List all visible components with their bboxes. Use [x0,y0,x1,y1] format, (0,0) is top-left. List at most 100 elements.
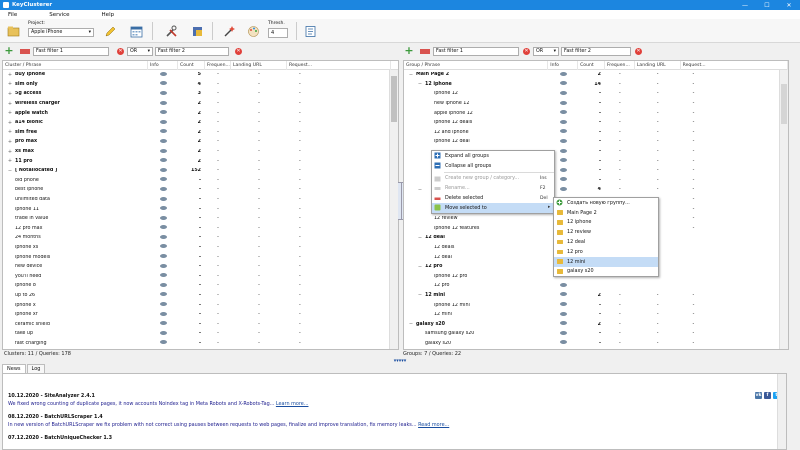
table-row[interactable]: + apple watch 2 - - - [3,108,398,118]
column-header[interactable]: Frequen... [205,61,231,70]
table-row[interactable]: iphone 12 mini - - - - [404,300,788,310]
submenu-item[interactable]: 12 mini [554,256,658,267]
eye-icon[interactable] [159,311,167,316]
table-row[interactable]: iphone models - - - - [3,252,398,262]
export-icon[interactable] [303,24,317,38]
project-select[interactable]: Apple iPhone ▾ [28,28,94,37]
menu-item-expand-all-groups[interactable]: Expand all groups [432,151,554,161]
eye-icon[interactable] [159,340,167,345]
table-row[interactable]: iphone xr - - - - [3,310,398,320]
eye-icon[interactable] [159,225,167,230]
column-header[interactable]: Info [148,61,178,70]
eye-icon[interactable] [159,177,167,182]
table-row[interactable]: + buy iphone 5 - - - [3,70,398,80]
remove-group-button[interactable] [420,48,430,54]
table-row[interactable]: 12 pro [404,281,788,291]
eye-icon[interactable] [559,119,567,124]
eye-icon[interactable] [159,234,167,239]
table-row[interactable]: iphone 8 - - - - [3,281,398,291]
eye-icon[interactable] [559,138,567,143]
eye-icon[interactable] [559,148,567,153]
table-row[interactable]: −12 mini 2 - - - [404,291,788,301]
eye-icon[interactable] [159,282,167,287]
eye-icon[interactable] [159,244,167,249]
eye-icon[interactable] [559,129,567,134]
table-row[interactable]: new iphone 12 - - - - [404,99,788,109]
eye-icon[interactable] [159,81,167,86]
minimize-button[interactable]: — [734,2,756,9]
table-row[interactable]: −[ Notallocated ] 152 - - - [3,166,398,176]
table-row[interactable]: up to 26 - - - - [3,291,398,301]
close-button[interactable]: ✕ [778,2,800,9]
eye-icon[interactable] [559,177,567,182]
table-row[interactable]: fast charging - - - - [3,339,398,349]
table-row[interactable]: + xs max 2 - - - [3,147,398,157]
magic-wand-icon[interactable] [222,24,236,38]
table-row[interactable]: + pro max 2 - - - [3,137,398,147]
open-project-icon[interactable] [6,24,20,38]
eye-icon[interactable] [159,129,167,134]
pencil-icon[interactable] [103,24,117,38]
column-header[interactable]: Group / Phrase [404,61,549,70]
clusters-scrollbar[interactable] [389,70,398,349]
remove-cluster-button[interactable] [20,48,30,54]
table-row[interactable]: you'll need - - - - [3,271,398,281]
eye-icon[interactable] [559,158,567,163]
eye-icon[interactable] [159,110,167,115]
submenu-item[interactable]: galaxy s20 [554,267,658,277]
tools-icon[interactable] [164,24,178,38]
cluster-icon[interactable] [190,24,204,38]
scrollbar-thumb[interactable] [781,84,787,124]
column-header[interactable]: Landing URL [635,61,681,70]
menu-file[interactable]: File [0,12,25,18]
table-row[interactable]: 24 months - - - - [3,233,398,243]
table-row[interactable]: iphone 11 - - - - [3,204,398,214]
tab-log[interactable]: Log [26,364,46,373]
menu-item-delete-selected[interactable]: Delete selected Del [432,193,554,203]
menu-item-move-selected-to[interactable]: Move selected to ▸ [432,202,554,213]
menu-item-collapse-all-groups[interactable]: Collapse all groups [432,161,554,171]
table-row[interactable]: iphone 12 deal - - - - [404,137,788,147]
column-header[interactable]: Request... [681,61,788,70]
eye-icon[interactable] [559,340,567,345]
eye-icon[interactable] [159,186,167,191]
palette-icon[interactable] [246,24,260,38]
menu-service[interactable]: Service [25,12,77,18]
news-more-link[interactable]: Learn more... [276,401,309,407]
threshold-spinner[interactable]: 4 [268,28,288,38]
eye-icon[interactable] [159,263,167,268]
table-row[interactable]: 12 pro max - - - - [3,224,398,234]
tab-news[interactable]: News [2,364,26,373]
table-row[interactable]: 12 mini - - - - [404,310,788,320]
calendar-icon[interactable] [129,24,143,38]
submenu-item[interactable]: 12 pro [554,247,658,257]
eye-icon[interactable] [559,321,567,326]
eye-icon[interactable] [559,81,567,86]
table-row[interactable]: −12 iphone 14 - - - [404,80,788,90]
right-operator-select[interactable]: OR ▾ [533,46,559,56]
table-row[interactable]: 12 and iphone - - - - [404,128,788,138]
table-row[interactable]: + a14 bionic 2 - - - [3,118,398,128]
column-header[interactable]: Count [578,61,605,70]
table-row[interactable]: + sim only 4 - - - [3,80,398,90]
eye-icon[interactable] [159,90,167,95]
clear-filter-2-icon[interactable]: ✕ [635,47,642,55]
eye-icon[interactable] [159,138,167,143]
left-operator-select[interactable]: OR ▾ [127,46,153,56]
table-row[interactable]: +11 pro 2 - - - [3,156,398,166]
table-row[interactable]: − galaxy s20 2 - - - [404,319,788,329]
table-row[interactable]: galaxy s20 - - - - [404,339,788,349]
clear-filter-1-icon[interactable]: ✕ [523,47,530,55]
eye-icon[interactable] [559,110,567,115]
column-header[interactable]: Frequen... [605,61,635,70]
news-more-link[interactable]: Read more... [418,422,449,428]
eye-icon[interactable] [159,302,167,307]
add-group-button[interactable]: + [404,45,414,56]
eye-icon[interactable] [159,330,167,335]
collapse-icon[interactable]: − [417,187,423,193]
eye-icon[interactable] [159,273,167,278]
groups-scrollbar[interactable] [779,70,788,349]
table-row[interactable]: new device - - - - [3,262,398,272]
clear-filter-1-icon[interactable]: ✕ [117,47,124,55]
clusters-grid[interactable]: Cluster / Phrase Info Count Frequen... L… [2,60,399,350]
